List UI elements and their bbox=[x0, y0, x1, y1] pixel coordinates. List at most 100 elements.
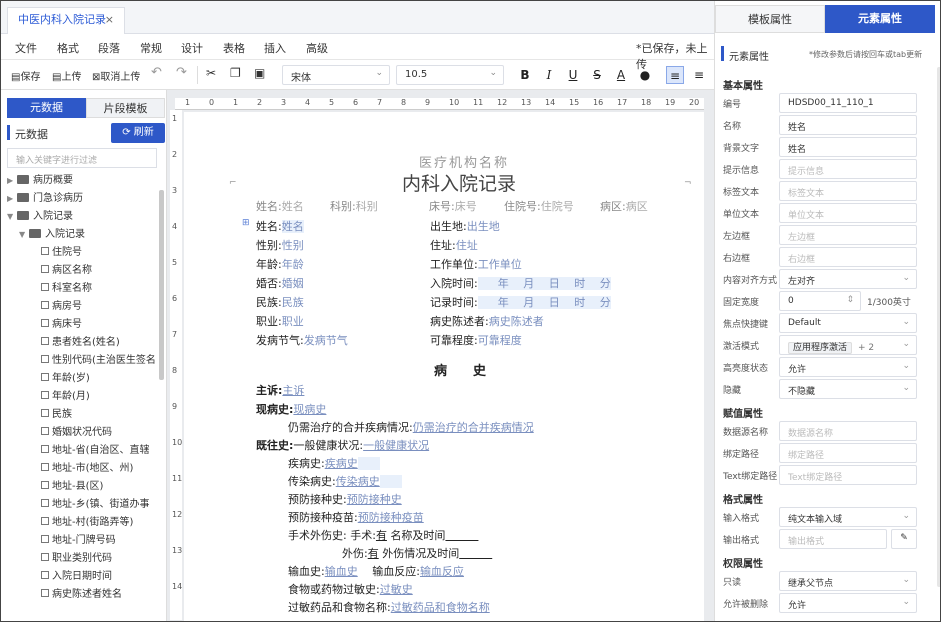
menu-design[interactable]: 设计 bbox=[181, 40, 203, 56]
tree-item[interactable]: 地址-县(区) bbox=[31, 478, 103, 496]
font-color-icon[interactable]: A bbox=[612, 66, 630, 84]
allergen-names[interactable]: 过敏药品和食物名称:过敏药品和食物名称 bbox=[288, 599, 490, 615]
refresh-button[interactable]: ⟳ 刷新 bbox=[111, 123, 165, 143]
property-value[interactable]: 姓名 bbox=[779, 137, 917, 157]
tree-item[interactable]: 地址-乡(镇、街道办事 bbox=[31, 496, 150, 514]
allergy-history[interactable]: 食物或药物过敏史:过敏史 bbox=[288, 581, 413, 597]
patient-field[interactable]: 可靠程度:可靠程度 bbox=[430, 332, 522, 348]
menu-insert[interactable]: 插入 bbox=[264, 40, 286, 56]
chevron-icon[interactable]: ▶ bbox=[7, 190, 17, 208]
tree-item[interactable]: 病房号 bbox=[31, 298, 82, 316]
property-value[interactable]: 提示信息 bbox=[779, 159, 917, 179]
field-value[interactable]: 病史陈述者 bbox=[489, 315, 544, 328]
field-value[interactable]: 姓名 bbox=[281, 220, 304, 233]
tree-item[interactable]: 婚姻状况代码 bbox=[31, 424, 112, 442]
trauma-history[interactable]: 外伤:有 外伤情况及时间 bbox=[342, 545, 492, 561]
vaccine[interactable]: 预防接种疫苗:预防接种疫苗 bbox=[288, 509, 424, 525]
property-value[interactable]: Default ⌄ bbox=[779, 313, 917, 333]
align-left-icon[interactable]: ≡ bbox=[666, 66, 684, 84]
tree-item[interactable]: 科室名称 bbox=[31, 280, 92, 298]
chevron-icon[interactable]: ▼ bbox=[7, 208, 17, 226]
property-value[interactable]: 单位文本 bbox=[779, 203, 917, 223]
surgery-history[interactable]: 手术外伤史: 手术:有 名称及时间 bbox=[288, 527, 478, 543]
property-value[interactable]: 允许 ⌄ bbox=[779, 593, 917, 613]
property-value[interactable]: 右边框 bbox=[779, 247, 917, 267]
field-value[interactable]: 年龄 bbox=[282, 258, 304, 271]
patient-field[interactable]: 记录时间: 年 月 日 时 分 bbox=[430, 294, 611, 310]
tree-item[interactable]: ▼ 入院记录 bbox=[7, 208, 73, 226]
undo-icon[interactable]: ↶ bbox=[151, 65, 162, 80]
save-button[interactable]: ▤保存 bbox=[11, 68, 40, 83]
tab-template-properties[interactable]: 模板属性 bbox=[715, 5, 825, 33]
patient-field[interactable]: 发病节气:发病节气 bbox=[256, 332, 348, 348]
copy-icon[interactable]: ❐ bbox=[230, 66, 241, 80]
infectious-history[interactable]: 传染病史:传染病史 bbox=[288, 473, 402, 489]
comorbidity[interactable]: 仍需治疗的合并疾病情况:仍需治疗的合并疾病情况 bbox=[288, 419, 534, 435]
field-value[interactable]: 婚姻 bbox=[282, 277, 304, 290]
field-value[interactable]: 年 月 日 时 分 bbox=[477, 296, 611, 309]
tree-item[interactable]: 入院日期时间 bbox=[31, 568, 112, 586]
document-page[interactable]: ⌐ ¬ 医疗机构名称 内科入院记录 姓名:姓名 科别:科别 床号:床号 住院号:… bbox=[184, 112, 704, 621]
underline-icon[interactable]: U bbox=[564, 66, 582, 84]
tree-item[interactable]: 病史陈述者姓名 bbox=[31, 586, 122, 604]
align-justify-icon[interactable]: ≡ bbox=[690, 66, 708, 84]
field-value[interactable]: 可靠程度 bbox=[478, 334, 522, 347]
scrollbar[interactable] bbox=[937, 67, 940, 587]
patient-field[interactable]: 入院时间: 年 月 日 时 分 bbox=[430, 275, 611, 291]
tree-item[interactable]: 地址-门牌号码 bbox=[31, 532, 116, 550]
menu-file[interactable]: 文件 bbox=[15, 40, 37, 56]
paste-icon[interactable]: ▣ bbox=[254, 66, 265, 80]
menu-format[interactable]: 格式 bbox=[57, 40, 79, 56]
property-value[interactable]: 标签文本 bbox=[779, 181, 917, 201]
menu-table[interactable]: 表格 bbox=[223, 40, 245, 56]
horizontal-ruler[interactable]: 1 0 1 2 3 4 5 6 7 8 9 10 11 12 13 14 15 16 17 18 19 20 bbox=[175, 98, 704, 110]
tree-item[interactable]: 性别代码(主治医生签名 bbox=[31, 352, 156, 370]
tab-fragment-template[interactable]: 片段模板 bbox=[86, 98, 165, 118]
patient-field[interactable]: 民族:民族 bbox=[256, 294, 304, 310]
scrollbar[interactable] bbox=[159, 190, 164, 380]
stepper-icon[interactable]: ⇕ bbox=[846, 295, 854, 305]
patient-field[interactable]: 出生地:出生地 bbox=[430, 218, 500, 234]
property-value[interactable]: 允许 ⌄ bbox=[779, 357, 917, 377]
tree-item[interactable]: 地址-村(街路弄等) bbox=[31, 514, 133, 532]
property-value[interactable]: Text绑定路径 bbox=[779, 465, 917, 485]
tree-item[interactable]: 住院号 bbox=[31, 244, 82, 262]
tree-item[interactable]: 年龄(岁) bbox=[31, 370, 90, 388]
menu-paragraph[interactable]: 段落 bbox=[98, 40, 120, 56]
tree-item[interactable]: 年龄(月) bbox=[31, 388, 90, 406]
edit-button[interactable]: ✎ bbox=[891, 529, 917, 549]
bold-icon[interactable]: B bbox=[516, 66, 534, 84]
patient-field[interactable]: 病史陈述者:病史陈述者 bbox=[430, 313, 544, 329]
chevron-icon[interactable]: ▼ bbox=[19, 226, 29, 244]
patient-field[interactable]: 住址:住址 bbox=[430, 237, 478, 253]
tab-element-properties[interactable]: 元素属性 bbox=[825, 5, 935, 33]
tree-item[interactable]: 民族 bbox=[31, 406, 72, 424]
property-value[interactable]: 姓名 bbox=[779, 115, 917, 135]
tab-metadata[interactable]: 元数据 bbox=[7, 98, 86, 118]
field-value[interactable]: 工作单位 bbox=[478, 258, 522, 271]
field-value[interactable]: 住址 bbox=[456, 239, 478, 252]
palette-icon[interactable]: ● bbox=[636, 66, 654, 84]
italic-icon[interactable]: I bbox=[540, 66, 558, 84]
patient-field[interactable]: 姓名:姓名 bbox=[256, 218, 304, 234]
cut-icon[interactable]: ✂ bbox=[206, 66, 216, 80]
field-value[interactable]: 职业 bbox=[282, 315, 304, 328]
disease-history[interactable]: 疾病史:疾病史 bbox=[288, 455, 380, 471]
present-illness[interactable]: 现病史:现病史 bbox=[256, 401, 326, 417]
property-value[interactable]: 左边框 bbox=[779, 225, 917, 245]
tree-item[interactable]: 病区名称 bbox=[31, 262, 92, 280]
tree-item[interactable]: 地址-市(地区、州) bbox=[31, 460, 133, 478]
vertical-ruler[interactable]: 1 2 3 4 5 6 7 8 9 10 11 12 13 14 bbox=[170, 110, 182, 620]
tree-item[interactable]: 地址-省(自治区、直辖 bbox=[31, 442, 150, 460]
redo-icon[interactable]: ↷ bbox=[176, 65, 187, 80]
property-value[interactable]: 数据源名称 bbox=[779, 421, 917, 441]
chevron-icon[interactable]: ▶ bbox=[7, 172, 17, 190]
property-value[interactable]: 左对齐 ⌄ bbox=[779, 269, 917, 289]
document-tab[interactable]: 中医内科入院记录 × bbox=[7, 7, 125, 34]
strikethrough-icon[interactable]: S bbox=[588, 66, 606, 84]
property-value[interactable]: 纯文本输入域 ⌄ bbox=[779, 507, 917, 527]
menu-advanced[interactable]: 高级 bbox=[306, 40, 328, 56]
property-value[interactable]: 绑定路径 bbox=[779, 443, 917, 463]
field-value[interactable]: 出生地 bbox=[467, 220, 500, 233]
property-value[interactable]: HDSD00_11_110_1 bbox=[779, 93, 917, 113]
